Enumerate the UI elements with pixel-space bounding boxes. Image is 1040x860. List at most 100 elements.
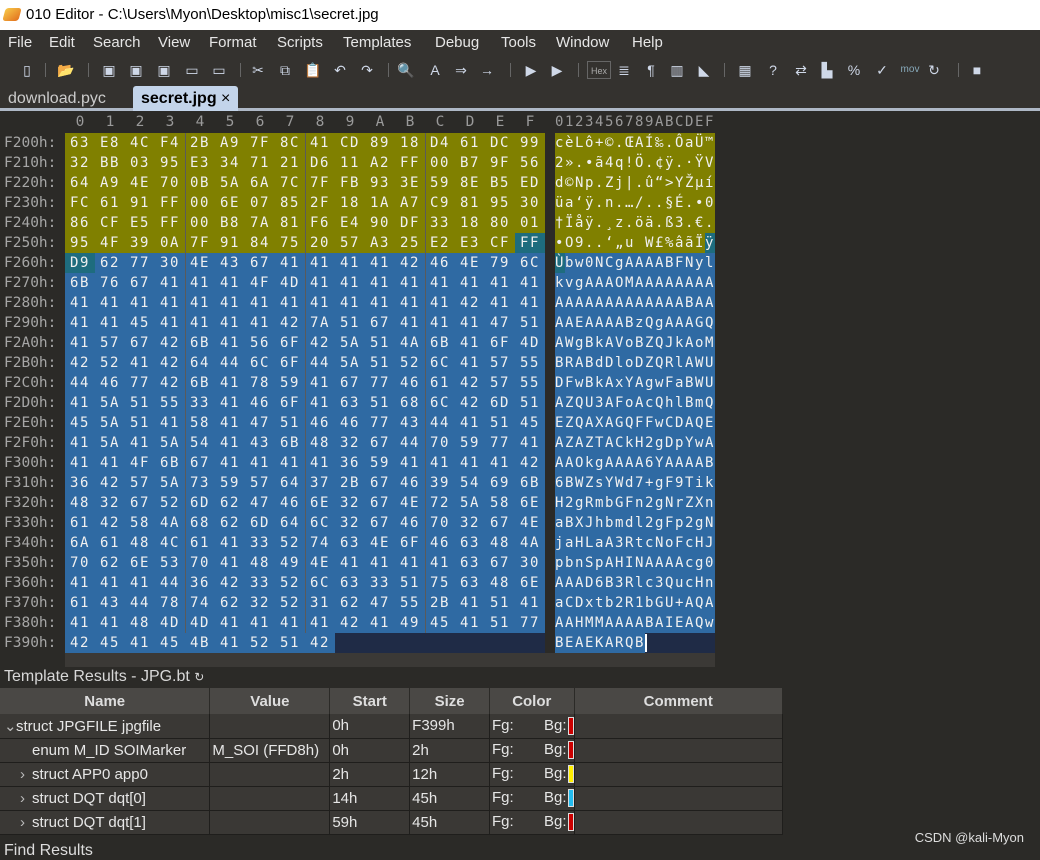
highlight-icon[interactable]: ◣ <box>695 61 713 79</box>
replace-icon[interactable]: A <box>426 61 444 79</box>
hex-bytes-row[interactable]: 41 41 48 4D 4D 41 41 41 41 42 41 49 45 4… <box>70 613 540 633</box>
mov-icon[interactable]: mov <box>898 61 922 79</box>
tab-close-icon[interactable]: × <box>221 90 230 107</box>
menu-tools[interactable]: Tools <box>501 30 536 55</box>
ascii-row[interactable]: 6BWZsYWd7+gF9Tik <box>555 473 720 493</box>
hex-bytes-row[interactable]: 63 E8 4C F4 2B A9 7F 8C 41 CD 89 18 D4 6… <box>70 133 540 153</box>
inspector-icon[interactable]: ? <box>764 61 782 79</box>
ascii-row[interactable]: AWgBkAVoBZQJkAoM <box>555 333 720 353</box>
hex-bytes-row[interactable]: 42 45 41 45 4B 41 52 51 42 <box>70 633 330 653</box>
column-name[interactable]: Name <box>0 688 211 714</box>
bg-color-swatch[interactable] <box>567 741 574 760</box>
save-icon[interactable]: ▣ <box>100 61 118 79</box>
bg-color-swatch[interactable] <box>567 716 574 735</box>
template-row[interactable]: › struct APP0 app0 2h 12h Fg: Bg: <box>0 762 784 787</box>
hex-bytes-row[interactable]: 41 5A 41 5A 54 41 43 6B 48 32 67 44 70 5… <box>70 433 540 453</box>
hex-bytes-row[interactable]: 61 42 58 4A 68 62 6D 64 6C 32 67 46 70 3… <box>70 513 540 533</box>
goto-icon[interactable]: → <box>478 61 496 79</box>
paragraph-icon[interactable]: ¶ <box>642 61 660 79</box>
hex-bytes-row[interactable]: 41 5A 51 55 33 41 46 6F 41 63 51 68 6C 4… <box>70 393 540 413</box>
open-file-icon[interactable]: 📂 <box>57 61 75 79</box>
menu-help[interactable]: Help <box>632 30 663 55</box>
ascii-row[interactable]: cèLô+©.ŒAÍ‰.ÔaÜ™ <box>555 133 720 153</box>
hex-bytes-row[interactable]: FC 61 91 FF 00 6E 07 85 2F 18 1A A7 C9 8… <box>70 193 540 213</box>
ascii-row[interactable]: AAAD6B3Rlc3QucHn <box>555 573 720 593</box>
ascii-row[interactable]: kvgAAAOMAAAAAAAA <box>555 273 720 293</box>
hex-icon[interactable]: Hex <box>587 61 611 79</box>
hex-bytes-row[interactable]: 64 A9 4E 70 0B 5A 6A 7C 7F FB 93 3E 59 8… <box>70 173 540 193</box>
undo-icon[interactable]: ↶ <box>331 61 349 79</box>
menu-format[interactable]: Format <box>209 30 257 55</box>
hex-bytes-row[interactable]: 95 4F 39 0A 7F 91 84 75 20 57 A3 25 E2 E… <box>70 233 540 253</box>
hex-bytes-row[interactable]: 41 41 41 44 36 42 33 52 6C 63 33 51 75 6… <box>70 573 540 593</box>
hex-bytes-row[interactable]: 6B 76 67 41 41 41 4F 4D 41 41 41 41 41 4… <box>70 273 540 293</box>
checksum-icon[interactable]: ✓ <box>873 61 891 79</box>
bg-color-swatch[interactable] <box>567 813 574 832</box>
cut-icon[interactable]: ✂ <box>249 61 267 79</box>
copy-icon[interactable]: ⧉ <box>276 61 294 79</box>
run-template-icon[interactable]: ▶ <box>548 61 566 79</box>
column-size[interactable]: Size <box>409 688 491 714</box>
percent-icon[interactable]: % <box>845 61 863 79</box>
menu-scripts[interactable]: Scripts <box>277 30 323 55</box>
hex-bytes-row[interactable]: 86 CF E5 FF 00 B8 7A 81 F6 E4 90 DF 33 1… <box>70 213 540 233</box>
ascii-row[interactable]: AAEAAAABzQgAAAGQ <box>555 313 720 333</box>
menu-file[interactable]: File <box>8 30 32 55</box>
hex-bytes-row[interactable]: 42 52 41 42 64 44 6C 6F 44 5A 51 52 6C 4… <box>70 353 540 373</box>
template-row[interactable]: enum M_ID SOIMarker M_SOI (FFD8h) 0h 2h Fg: B… <box>0 738 784 763</box>
expand-chevron-icon[interactable]: › <box>20 814 32 831</box>
paste-icon[interactable]: 📋 <box>304 61 322 79</box>
ascii-row[interactable]: AAAAAAAAAAAAABAA <box>555 293 720 313</box>
refresh-icon[interactable]: ↻ <box>194 670 204 684</box>
ascii-row[interactable]: AAOkgAAAA6YAAAAB <box>555 453 720 473</box>
open-workspace-icon[interactable]: ▭ <box>210 61 228 79</box>
hex-bytes-row[interactable]: 45 5A 51 41 58 41 47 51 46 46 77 43 44 4… <box>70 413 540 433</box>
hex-bytes-row[interactable]: 41 41 4F 6B 67 41 41 41 41 36 59 41 41 4… <box>70 453 540 473</box>
bg-color-swatch[interactable] <box>567 789 574 808</box>
column-start[interactable]: Start <box>329 688 411 714</box>
ascii-row[interactable]: d©Np.Zj|.û“>YŽµí <box>555 173 720 193</box>
template-row[interactable]: › struct DQT dqt[0] 14h 45h Fg: Bg: <box>0 786 784 811</box>
run-script-icon[interactable]: ▶ <box>522 61 540 79</box>
find-icon[interactable]: 🔍 <box>397 61 415 79</box>
hex-bytes-row[interactable]: 36 42 57 5A 73 59 57 64 37 2B 67 46 39 5… <box>70 473 540 493</box>
find-in-files-icon[interactable]: ⇒ <box>452 61 470 79</box>
tab-download-pyc[interactable]: download.pyc <box>0 86 114 111</box>
redo-icon[interactable]: ↷ <box>358 61 376 79</box>
expand-chevron-icon[interactable]: › <box>20 766 32 783</box>
hex-bytes-row[interactable]: 44 46 77 42 6B 41 78 59 41 67 77 46 61 4… <box>70 373 540 393</box>
template-row[interactable]: › struct DQT dqt[1] 59h 45h Fg: Bg: <box>0 810 784 835</box>
ascii-row[interactable]: pbnSpAHINAAAAcg0 <box>555 553 720 573</box>
column-color[interactable]: Color <box>489 688 575 714</box>
bg-color-swatch[interactable] <box>567 765 574 784</box>
open-folder-icon[interactable]: ▭ <box>183 61 201 79</box>
hex-bytes-row[interactable]: 32 BB 03 95 E3 34 71 21 D6 11 A2 FF 00 B… <box>70 153 540 173</box>
histogram-icon[interactable]: ▙ <box>818 61 836 79</box>
hex-bytes-row[interactable]: 61 43 44 78 74 62 32 52 31 62 47 55 2B 4… <box>70 593 540 613</box>
menu-view[interactable]: View <box>158 30 190 55</box>
menu-debug[interactable]: Debug <box>435 30 479 55</box>
ascii-row[interactable]: EZQAXAGQFFwCDAQE <box>555 413 720 433</box>
expand-chevron-icon[interactable]: ⌄ <box>4 717 17 735</box>
base-converter-icon[interactable]: ↻ <box>925 61 943 79</box>
ascii-row[interactable]: Ùbw0NCgAAAABFNyl <box>555 253 720 273</box>
hex-editor[interactable]: 0 1 2 3 4 5 6 7 8 9 A B C D E F 0123456789ABCDEF F200h: 63… <box>0 112 1040 667</box>
hex-bytes-row[interactable]: 41 57 67 42 6B 41 56 6F 42 5A 51 4A 6B 4… <box>70 333 540 353</box>
menu-window[interactable]: Window <box>556 30 609 55</box>
ascii-row[interactable]: üa‘ÿ.n.…/..§É.•0 <box>555 193 720 213</box>
save-as-icon[interactable]: ▣ <box>127 61 145 79</box>
column-value[interactable]: Value <box>209 688 331 714</box>
column-comment[interactable]: Comment <box>574 688 784 714</box>
hex-bytes-row[interactable]: 6A 61 48 4C 61 41 33 52 74 63 4E 6F 46 6… <box>70 533 540 553</box>
columns-icon[interactable]: ▥ <box>668 61 686 79</box>
stop-icon[interactable]: ■ <box>968 61 986 79</box>
menu-templates[interactable]: Templates <box>343 30 411 55</box>
ascii-row[interactable]: BEAEKARQB <box>555 633 720 653</box>
menu-edit[interactable]: Edit <box>49 30 75 55</box>
ascii-row[interactable]: H2gRmbGFn2gNrZXn <box>555 493 720 513</box>
ascii-row[interactable]: †Ïåÿ.¸z.öä.ß3.€. <box>555 213 720 233</box>
ascii-row[interactable]: 2».•ã4q!Ö.¢ÿ.·ŸV <box>555 153 720 173</box>
menu-search[interactable]: Search <box>93 30 141 55</box>
hex-bytes-row[interactable]: 41 41 41 41 41 41 41 41 41 41 41 41 41 4… <box>70 293 540 313</box>
ascii-row[interactable]: AZQU3AFoAcQhlBmQ <box>555 393 720 413</box>
